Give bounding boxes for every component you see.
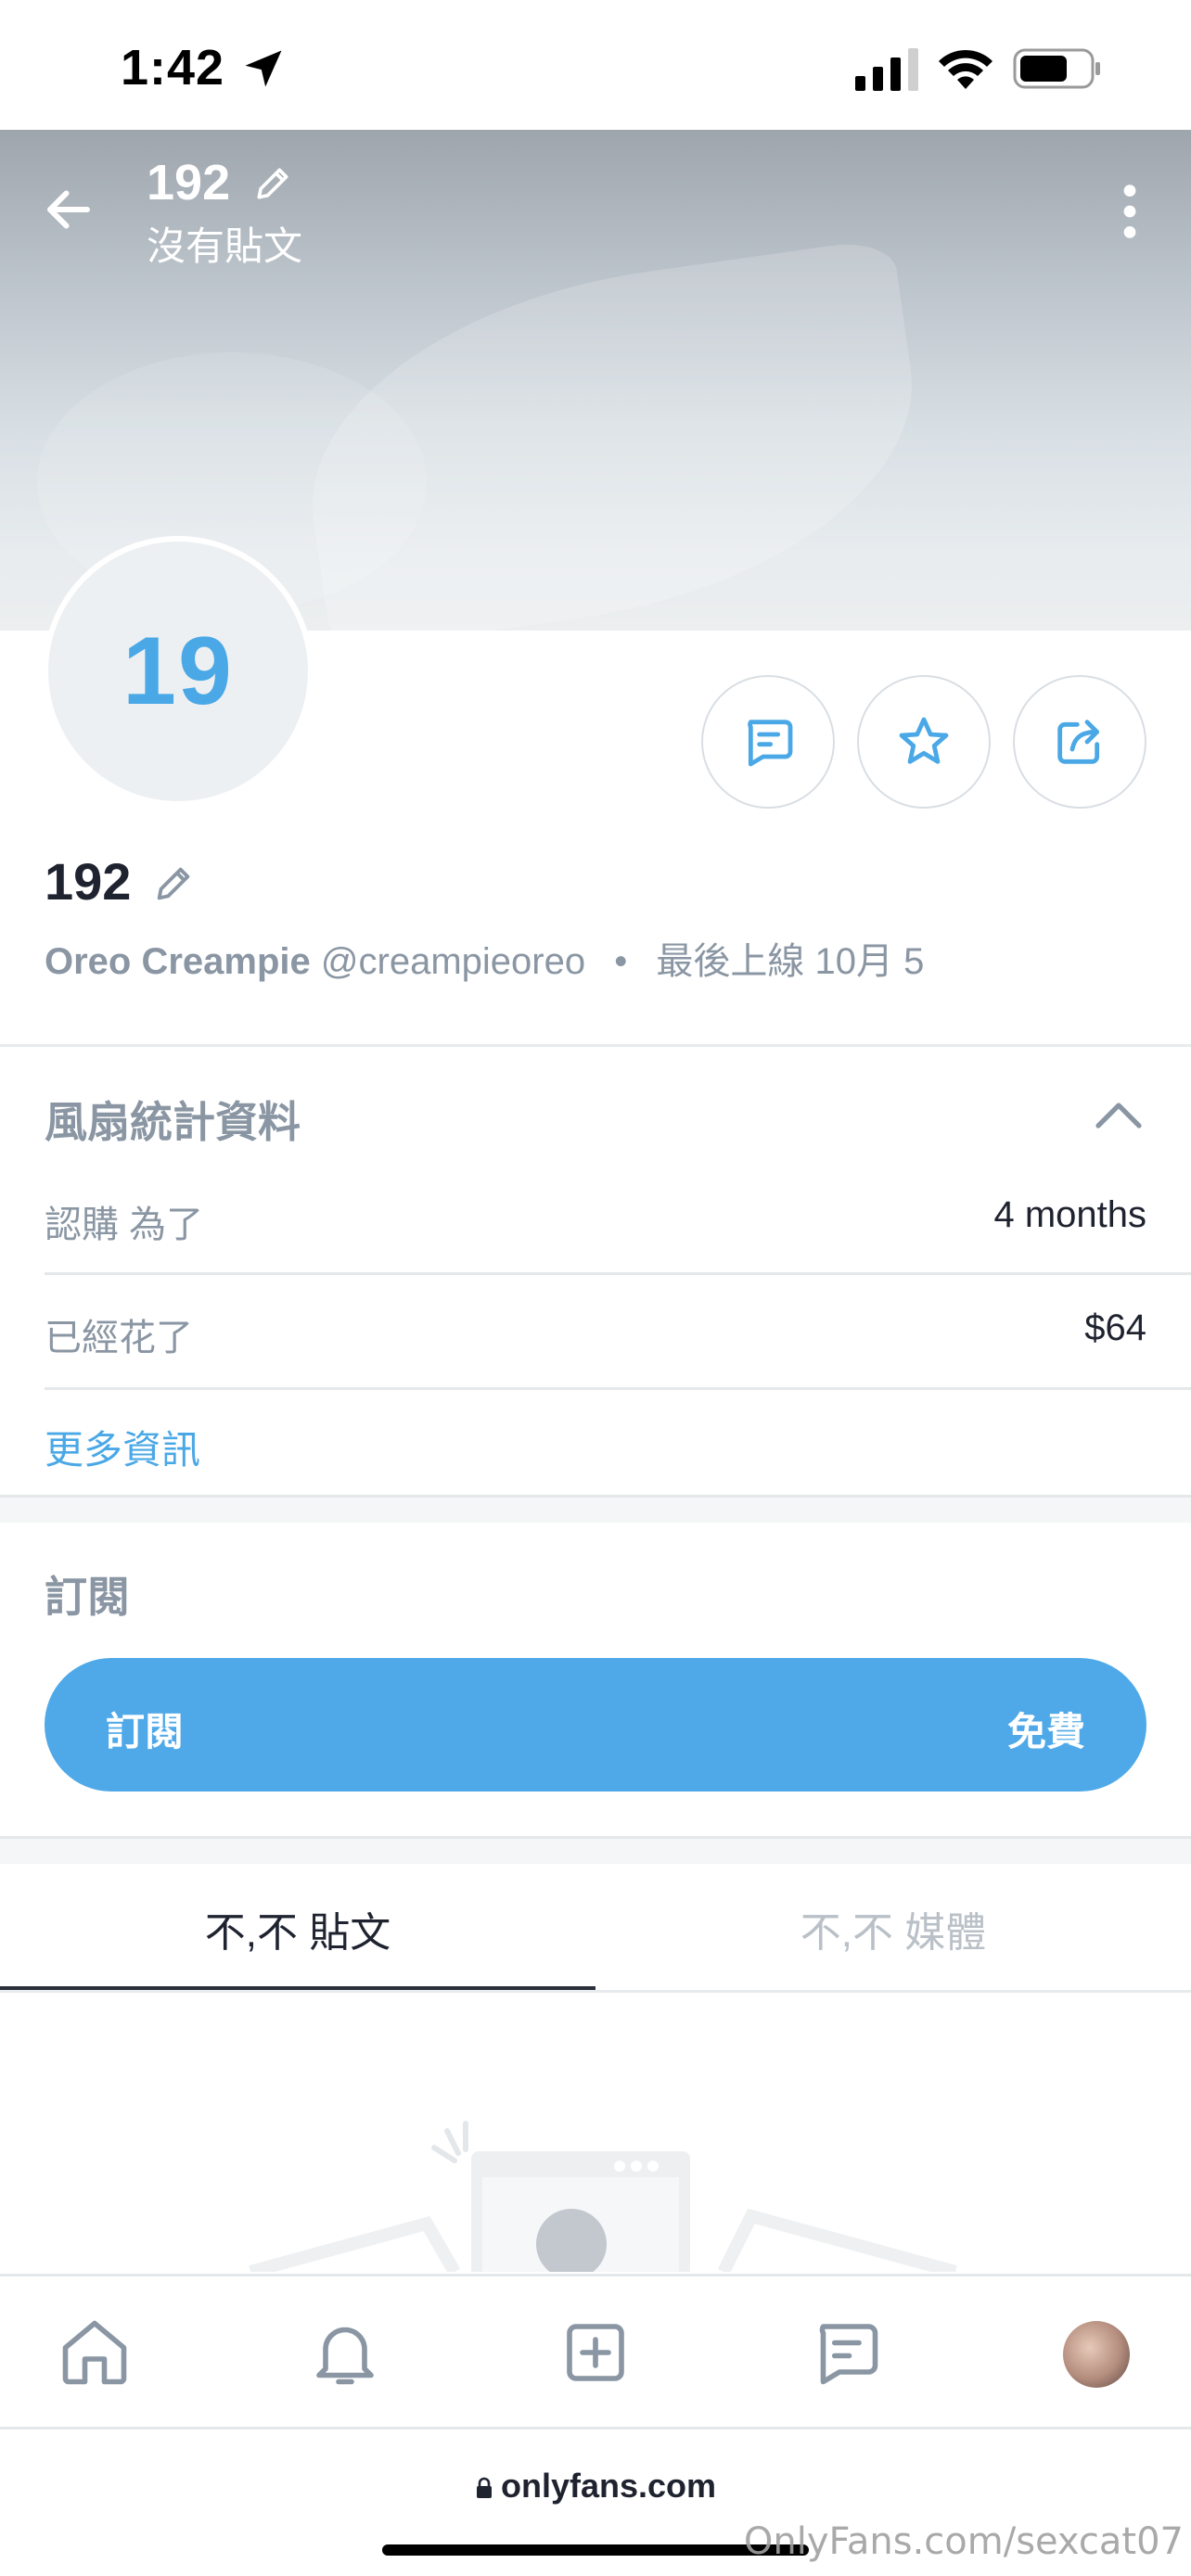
pencil-icon[interactable] [252, 163, 293, 204]
star-icon [899, 717, 949, 764]
subscribe-button[interactable]: 訂閱 免費 [45, 1658, 1146, 1792]
watermark: OnlyFans.com/sexcat07 [743, 2520, 1184, 2563]
share-icon [1057, 720, 1100, 764]
stat-label: 認購 為了 [45, 1205, 204, 1245]
message-button[interactable] [701, 675, 835, 809]
header-title: 192 [147, 155, 231, 210]
divider [0, 1044, 1191, 1047]
display-name: Oreo Creampie [45, 941, 311, 982]
last-seen: 最後上線 10月 5 [656, 941, 925, 982]
chevron-up-icon[interactable] [1095, 1098, 1143, 1131]
row-divider [45, 1272, 1191, 1275]
cover-decoration [286, 236, 939, 631]
section-gap [0, 1495, 1191, 1523]
browser-address-bar: onlyfans.com OnlyFans.com/sexcat07 [0, 2429, 1191, 2576]
subscribe-label: 訂閱 [106, 1710, 185, 1753]
url-display[interactable]: onlyfans.com [0, 2467, 1191, 2506]
stat-label: 已經花了 [45, 1318, 193, 1358]
section-gap [0, 1836, 1191, 1864]
pencil-icon[interactable] [152, 862, 195, 905]
subscribe-price: 免費 [1006, 1710, 1085, 1753]
avatar[interactable]: 19 [43, 536, 314, 807]
profile-name: 192 [45, 852, 132, 911]
favorite-button[interactable] [857, 675, 991, 809]
header-subtitle: 沒有貼文 [147, 224, 303, 268]
more-vertical-icon[interactable] [1117, 182, 1143, 241]
wifi-icon [939, 49, 992, 89]
battery-icon [1013, 48, 1100, 89]
row-divider [45, 1387, 1191, 1390]
message-icon [748, 720, 793, 767]
share-button[interactable] [1013, 675, 1146, 809]
profile-meta: Oreo Creampie @creampieoreo • 最後上線 10月 5 [45, 931, 924, 985]
more-info-link[interactable]: 更多資訊 [45, 1419, 200, 1475]
username[interactable]: @creampieoreo [321, 941, 585, 982]
divider [0, 1990, 1191, 1993]
stat-row-subscribed: 認購 為了 4 months [45, 1174, 1146, 1257]
bottom-navigation [0, 2274, 1191, 2429]
bell-icon[interactable] [306, 2314, 384, 2391]
status-bar: 1:42 [0, 0, 1191, 130]
stat-row-spent: 已經花了 $64 [45, 1287, 1146, 1371]
stat-value: 4 months [993, 1194, 1146, 1235]
stat-value: $64 [1084, 1307, 1146, 1348]
meta-separator: • [614, 941, 628, 982]
cellular-signal-icon [855, 48, 918, 91]
empty-state-illustration [249, 2121, 957, 2272]
tab-media[interactable]: 不,不 媒體 [596, 1899, 1191, 1958]
lock-icon [476, 2477, 492, 2498]
location-arrow-icon [245, 50, 282, 87]
tab-posts[interactable]: 不,不 貼文 [0, 1899, 596, 1958]
add-icon[interactable] [557, 2314, 634, 2391]
avatar-initials: 19 [122, 617, 234, 725]
back-arrow-icon[interactable] [41, 182, 96, 237]
fan-stats-title: 風扇統計資料 [45, 1098, 301, 1146]
user-avatar[interactable] [1063, 2321, 1130, 2388]
status-time: 1:42 [121, 40, 225, 96]
home-icon[interactable] [56, 2314, 134, 2391]
subscription-title: 訂閱 [45, 1573, 130, 1621]
chat-icon[interactable] [807, 2314, 885, 2391]
url-text: onlyfans.com [500, 2467, 717, 2505]
